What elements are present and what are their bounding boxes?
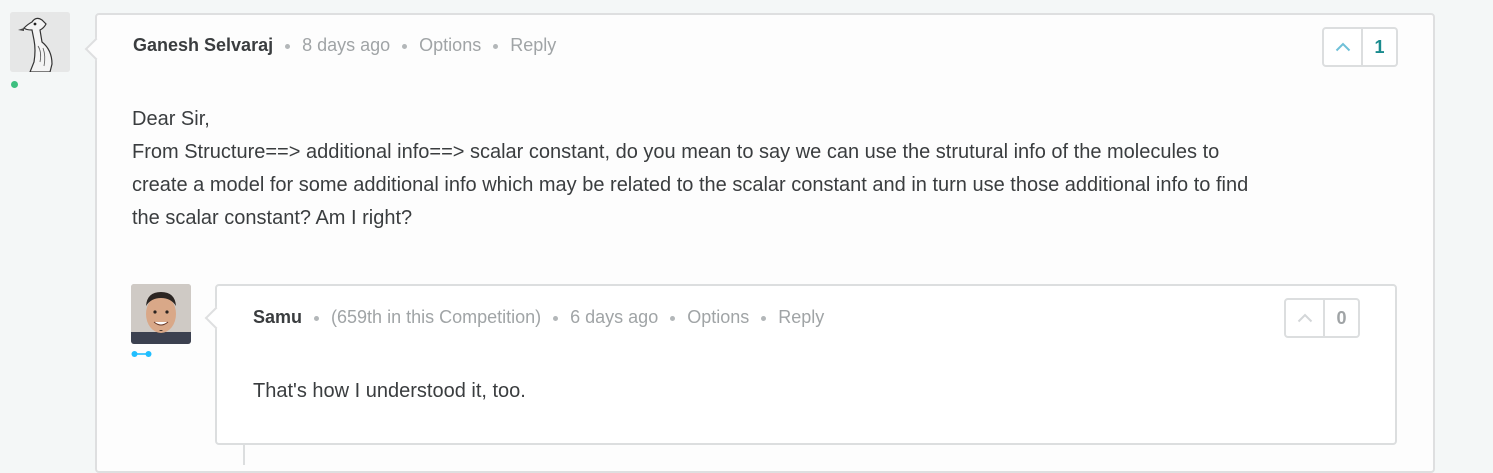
goose-avatar-icon [10, 12, 70, 72]
vote-count: 0 [1336, 307, 1347, 328]
comment-time: 8 days ago [302, 35, 391, 55]
thread-line [243, 445, 245, 465]
comment-body-line: From Structure==> additional info==> sca… [132, 141, 1220, 163]
reply-card: Samu (659th in this Competition) 6 days … [204, 284, 1397, 445]
comment-body: Dear Sir, From Structure==> additional i… [132, 103, 1412, 235]
reply-author[interactable]: Samu [253, 307, 302, 328]
reply-body: That's how I understood it, too. [253, 380, 526, 402]
comment-meta: Ganesh Selvaraj 8 days ago Options Reply [133, 35, 556, 56]
chevron-up-icon [1297, 313, 1312, 323]
reply-options-link[interactable]: Options [687, 307, 749, 328]
comment-options-link[interactable]: Options [419, 35, 481, 56]
comment-reply-link[interactable]: Reply [510, 35, 556, 56]
reply-rank: (659th in this Competition) [331, 307, 542, 327]
meta-separator [285, 44, 291, 49]
reply-vote-widget: 0 [1284, 298, 1360, 338]
reply-reply-link[interactable]: Reply [778, 307, 824, 328]
meta-separator [553, 316, 559, 321]
user-photo-icon [131, 284, 191, 344]
comment-vote-widget: 1 [1322, 27, 1398, 67]
comment-body-line: Dear Sir, [132, 108, 210, 130]
meta-separator [493, 44, 499, 49]
online-status-icon [11, 81, 18, 88]
avatar-samu[interactable] [131, 284, 191, 344]
reply-meta: Samu (659th in this Competition) 6 days … [253, 307, 824, 328]
comment-author[interactable]: Ganesh Selvaraj [133, 35, 273, 56]
reply-time: 6 days ago [570, 307, 659, 327]
meta-separator [670, 316, 676, 321]
meta-separator [314, 316, 320, 321]
upvote-button[interactable] [1324, 29, 1363, 65]
avatar-ganesh[interactable] [10, 12, 70, 72]
comment-body-line: the scalar constant? Am I right? [132, 207, 413, 229]
meta-separator [402, 44, 408, 49]
meta-separator [761, 316, 767, 321]
chevron-up-icon [1335, 42, 1350, 52]
card-pointer [84, 37, 108, 61]
upvote-button[interactable] [1286, 300, 1325, 336]
vote-count: 1 [1374, 36, 1385, 57]
contributor-tier-icon [131, 351, 152, 357]
comment-body-line: create a model for some additional info … [132, 174, 1249, 196]
